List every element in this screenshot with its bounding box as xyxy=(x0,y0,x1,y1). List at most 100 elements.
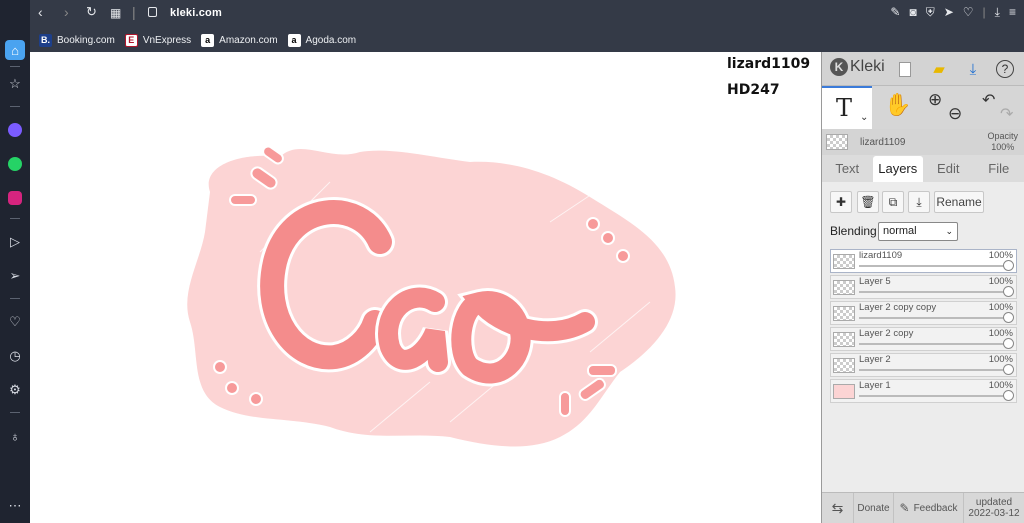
layer-name: Layer 2 copy copy xyxy=(859,302,937,313)
opacity-slider-handle[interactable] xyxy=(1003,390,1014,401)
text-tool-button[interactable]: T ⌄ xyxy=(822,86,872,129)
layer-name: lizard1109 xyxy=(859,250,903,261)
feedback-icon: ✎ xyxy=(899,501,910,515)
redo-icon[interactable]: ↷ xyxy=(1000,104,1013,124)
layer-row[interactable]: Layer 5 100% xyxy=(830,275,1017,299)
opacity-slider-track[interactable] xyxy=(859,265,1009,267)
heart-icon[interactable]: ♡ xyxy=(963,5,974,20)
merge-down-button[interactable]: ⤓ xyxy=(908,191,930,213)
current-layer-bar: lizard1109 Opacity 100% xyxy=(822,129,1024,155)
history-icon[interactable]: ◷ xyxy=(5,346,25,366)
layer-row[interactable]: lizard1109 100% xyxy=(830,249,1017,273)
help-icon[interactable]: ? xyxy=(996,60,1014,78)
camera-icon[interactable]: ◙ xyxy=(909,5,916,20)
separator: | xyxy=(982,5,986,19)
download-icon[interactable]: ⤓ xyxy=(995,5,1000,20)
undo-icon[interactable]: ↶ xyxy=(982,90,995,110)
opacity-slider-handle[interactable] xyxy=(1003,286,1014,297)
drawing-canvas[interactable]: lizard1109 HD247 xyxy=(30,52,821,523)
shield-icon[interactable]: ⛨ xyxy=(926,5,935,20)
layer-thumbnail xyxy=(833,358,855,373)
duplicate-layer-button[interactable]: ⧉ xyxy=(882,191,904,213)
update-info[interactable]: updated 2022-03-12 xyxy=(964,497,1024,519)
layer-row[interactable]: Layer 2 copy 100% xyxy=(830,327,1017,351)
art-code: HD247 xyxy=(727,82,780,98)
opacity-slider-track[interactable] xyxy=(859,317,1009,319)
opacity-readout: Opacity 100% xyxy=(987,131,1018,153)
tab-text[interactable]: Text xyxy=(822,156,873,182)
back-icon[interactable]: ‹ xyxy=(38,4,43,20)
play-icon[interactable]: ▷ xyxy=(5,232,25,252)
bulb-icon[interactable]: ♁ xyxy=(5,426,25,446)
star-icon[interactable]: ☆ xyxy=(5,74,25,94)
bookmark-vnexpress[interactable]: E VnExpress xyxy=(124,33,192,47)
share-icon[interactable]: ➤ xyxy=(944,5,954,20)
current-layer-name: lizard1109 xyxy=(860,137,906,148)
bookmark-agoda[interactable]: a Agoda.com xyxy=(287,33,357,47)
opacity-slider-handle[interactable] xyxy=(1003,260,1014,271)
opacity-slider-handle[interactable] xyxy=(1003,364,1014,375)
layer-name: Layer 2 xyxy=(859,354,891,365)
add-layer-button[interactable]: ✚ xyxy=(830,191,852,213)
delete-layer-button[interactable]: 🗑 xyxy=(857,191,879,213)
open-folder-icon[interactable]: ▰ xyxy=(928,58,950,80)
layer-row[interactable]: Layer 1 100% xyxy=(830,379,1017,403)
bookmark-label: Booking.com xyxy=(57,34,115,46)
new-image-icon[interactable] xyxy=(894,58,916,80)
menu-icon[interactable]: ≡ xyxy=(1009,5,1016,20)
blending-select[interactable]: normal ⌄ xyxy=(878,222,958,241)
tabs-grid-icon[interactable]: ▦ xyxy=(110,6,121,20)
more-icon[interactable]: ⋯ xyxy=(5,496,25,516)
instagram-icon[interactable] xyxy=(5,188,25,208)
tool-row: T ⌄ ✋ ⊕ ⊖ ↶ ↷ xyxy=(822,86,1024,129)
feedback-button[interactable]: ✎ Feedback xyxy=(894,492,964,523)
zoom-in-icon[interactable]: ⊕ xyxy=(928,90,942,110)
tab-edit[interactable]: Edit xyxy=(923,156,974,182)
bookmark-amazon[interactable]: a Amazon.com xyxy=(201,33,278,47)
layer-thumbnail xyxy=(833,254,855,269)
layer-name: Layer 5 xyxy=(859,276,891,287)
home-icon[interactable]: ⌂ xyxy=(5,40,25,60)
browser-toolbar: ‹ › ↻ ▦ | kleki.com ✎ ◙ ⛨ ➤ ♡ | ⤓ ≡ xyxy=(30,0,1024,28)
bookmark-label: VnExpress xyxy=(142,34,192,46)
download-icon[interactable]: ⤓ xyxy=(962,58,984,80)
opacity-slider-handle[interactable] xyxy=(1003,338,1014,349)
bookmark-label: Agoda.com xyxy=(305,34,357,46)
address-bar[interactable]: kleki.com xyxy=(170,7,222,19)
kleki-logo-icon: K xyxy=(830,58,848,76)
hand-tool-icon[interactable]: ✋ xyxy=(884,92,911,118)
tab-file[interactable]: File xyxy=(974,156,1024,182)
bookmarks-bar: B. Booking.com E VnExpress a Amazon.com … xyxy=(30,28,1024,52)
layer-row[interactable]: Layer 2 100% xyxy=(830,353,1017,377)
heart-icon[interactable]: ♡ xyxy=(5,312,25,332)
updated-label: updated xyxy=(975,497,1013,508)
send-icon[interactable]: ➢ xyxy=(5,266,25,286)
reload-icon[interactable]: ↻ xyxy=(86,4,97,20)
donate-label: Donate xyxy=(857,502,890,514)
edit-icon[interactable]: ✎ xyxy=(890,5,900,20)
settings-icon[interactable]: ⚙ xyxy=(5,380,25,400)
zoom-out-icon[interactable]: ⊖ xyxy=(948,104,962,124)
layer-thumbnail xyxy=(833,306,855,321)
opacity-slider-track[interactable] xyxy=(859,369,1009,371)
divider xyxy=(10,66,20,67)
tab-layers[interactable]: Layers xyxy=(872,156,923,182)
opacity-value: 100% xyxy=(991,142,1015,152)
updated-date: 2022-03-12 xyxy=(968,508,1020,519)
donate-button[interactable]: Donate xyxy=(854,492,894,523)
layer-row[interactable]: Layer 2 copy copy 100% xyxy=(830,301,1017,325)
chevron-down-icon[interactable]: ⌄ xyxy=(860,112,868,123)
booking-icon: B. xyxy=(39,33,52,47)
messenger-icon[interactable] xyxy=(5,120,25,140)
forward-icon[interactable]: › xyxy=(64,4,69,20)
opacity-slider-handle[interactable] xyxy=(1003,312,1014,323)
kleki-logo[interactable]: K Kleki xyxy=(830,58,885,76)
bookmark-booking[interactable]: B. Booking.com xyxy=(39,33,115,47)
opacity-slider-track[interactable] xyxy=(859,291,1009,293)
opacity-slider-track[interactable] xyxy=(859,395,1009,397)
opacity-slider-track[interactable] xyxy=(859,343,1009,345)
rename-layer-button[interactable]: Rename xyxy=(934,191,984,213)
whatsapp-icon[interactable] xyxy=(5,154,25,174)
swap-side-button[interactable]: ⇆ xyxy=(822,492,854,523)
vnexpress-icon: E xyxy=(124,33,138,47)
